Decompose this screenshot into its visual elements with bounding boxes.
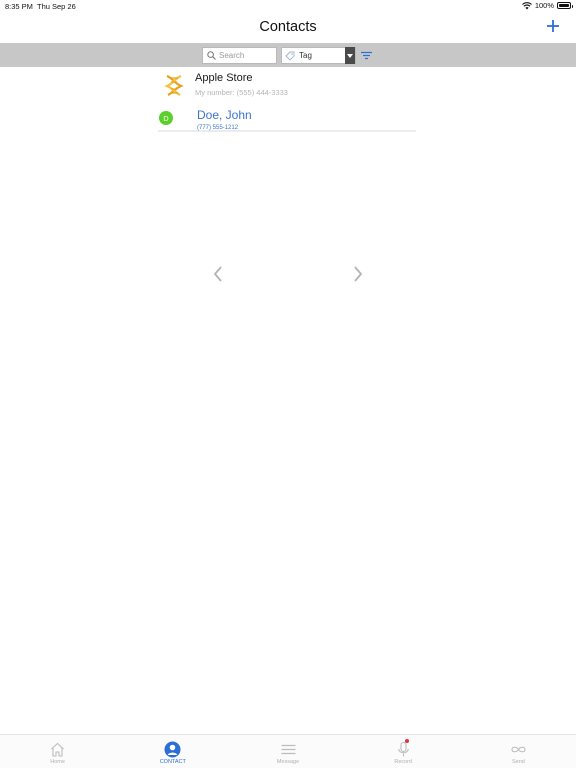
battery-icon xyxy=(557,2,573,9)
tab-record[interactable]: Record xyxy=(346,735,461,768)
search-icon xyxy=(207,51,216,60)
contact-list: Apple Store My number: (555) 444-3333 D … xyxy=(158,67,416,132)
contact-row-apple-store[interactable]: Apple Store My number: (555) 444-3333 xyxy=(158,67,416,101)
chevron-right-icon[interactable] xyxy=(351,264,365,284)
contact-number: My number: (555) 444-3333 xyxy=(195,88,288,97)
home-icon xyxy=(51,742,64,757)
search-input[interactable] xyxy=(219,51,271,60)
tab-label: CONTACT xyxy=(159,759,186,765)
dna-icon xyxy=(164,74,184,96)
tag-dropdown-button[interactable] xyxy=(345,47,355,64)
wifi-icon xyxy=(521,1,532,9)
contact-name: Apple Store xyxy=(195,72,253,84)
infinity-icon xyxy=(511,746,526,753)
tab-bar: Home CONTACT Message Record Send xyxy=(0,734,576,768)
status-date: Thu Sep 26 xyxy=(37,2,76,11)
status-time: 8:35 PM xyxy=(5,2,33,11)
tab-message[interactable]: Message xyxy=(230,735,345,768)
search-toolbar: Tag xyxy=(0,44,576,67)
status-right: 100% xyxy=(521,1,573,10)
status-bar: 8:35 PM Thu Sep 26 100% xyxy=(0,0,576,12)
tab-label: Message xyxy=(276,759,300,765)
tab-label: Send xyxy=(511,759,525,765)
tab-label: Home xyxy=(50,759,65,765)
person-icon xyxy=(164,741,181,758)
tab-contact[interactable]: CONTACT xyxy=(115,735,230,768)
search-field[interactable] xyxy=(202,47,277,64)
tag-select[interactable]: Tag xyxy=(281,47,356,64)
microphone-icon xyxy=(397,741,409,757)
tab-home[interactable]: Home xyxy=(0,735,115,768)
caret-down-icon xyxy=(347,53,353,58)
page-title: Contacts xyxy=(259,19,317,35)
record-indicator-dot xyxy=(404,739,409,743)
battery-percent: 100% xyxy=(534,1,554,10)
nav-bar: Contacts xyxy=(0,12,576,44)
tag-icon xyxy=(285,51,295,61)
filter-icon[interactable] xyxy=(360,49,373,62)
avatar: D xyxy=(159,111,173,125)
tab-label: Record xyxy=(394,759,413,765)
contact-row-john-doe[interactable]: D Doe, John (777) 555-1212 xyxy=(158,101,416,132)
tag-select-label: Tag xyxy=(299,51,312,60)
add-contact-button[interactable] xyxy=(543,16,563,36)
contact-name: Doe, John xyxy=(197,108,252,122)
tab-send[interactable]: Send xyxy=(461,735,576,768)
chevron-left-icon[interactable] xyxy=(211,264,225,284)
menu-icon xyxy=(281,744,295,755)
contact-number: (777) 555-1212 xyxy=(197,125,239,131)
